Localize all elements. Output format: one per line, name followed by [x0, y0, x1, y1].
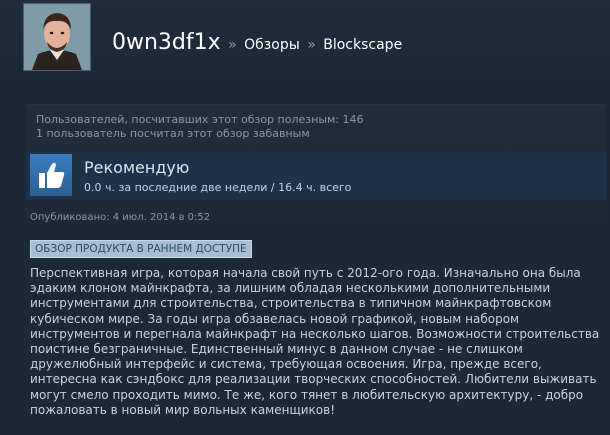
funny-count: 1 пользователь посчитал этот обзор забав… — [36, 127, 310, 140]
helpful-stats: Пользователей, посчитавших этот обзор по… — [36, 113, 364, 141]
breadcrumb: 0wn3df1x » Обзоры » Blockscape — [112, 30, 402, 55]
breadcrumb-separator: » — [307, 37, 316, 53]
posted-date: Опубликовано: 4 июл. 2014 в 0:52 — [30, 212, 211, 223]
review-text: Перспективная игра, которая начала свой … — [30, 266, 600, 417]
username-link[interactable]: 0wn3df1x — [112, 30, 221, 55]
avatar[interactable] — [23, 3, 91, 71]
breadcrumb-reviews-link[interactable]: Обзоры — [244, 37, 300, 53]
breadcrumb-separator: » — [228, 37, 237, 53]
thumbs-up-icon — [30, 154, 72, 196]
playtime-hours: 0.0 ч. за последние две недели / 16.4 ч.… — [84, 181, 352, 194]
verdict-label: Рекомендую — [84, 158, 190, 177]
helpful-count: Пользователей, посчитавших этот обзор по… — [36, 113, 364, 126]
early-access-badge: ОБЗОР ПРОДУКТА В РАННЕМ ДОСТУПЕ — [30, 240, 252, 258]
breadcrumb-game-link[interactable]: Blockscape — [323, 37, 402, 53]
avatar-portrait-image — [24, 4, 90, 70]
